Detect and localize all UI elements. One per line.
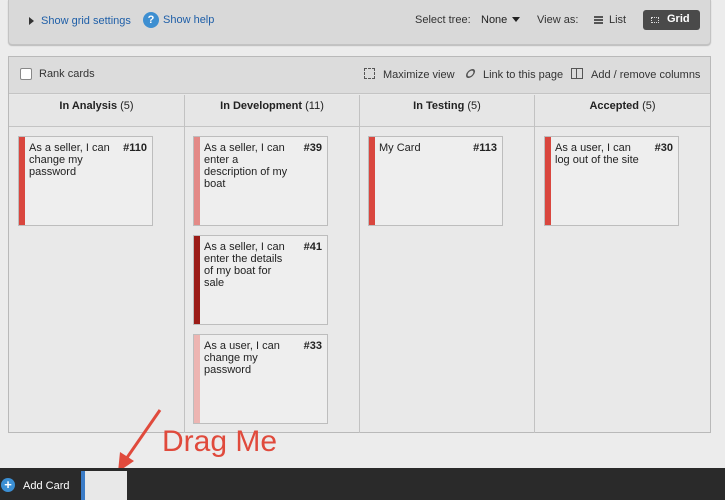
add-card-button[interactable]: Add Card <box>23 480 69 492</box>
annotation-arrow-icon <box>118 409 162 472</box>
drag-me-annotation: Drag Me <box>162 425 278 458</box>
bottom-bar: + Add Card <box>0 468 725 500</box>
plus-icon[interactable]: + <box>1 478 15 492</box>
draggable-new-card[interactable] <box>81 471 127 500</box>
